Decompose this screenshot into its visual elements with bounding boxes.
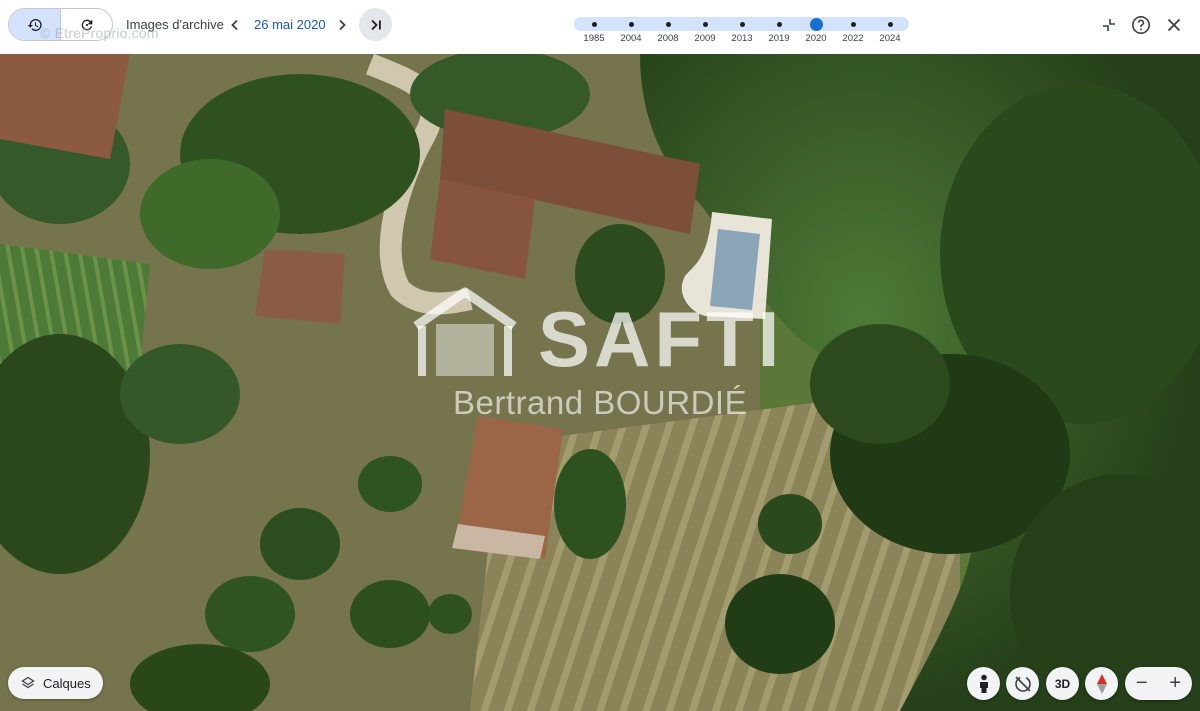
timeline-selected-dot <box>809 17 823 31</box>
timeline-year-2024[interactable]: 2024 <box>870 17 910 47</box>
archive-label: Images d'archive <box>126 17 224 32</box>
rotation-off-icon <box>1014 675 1031 692</box>
current-mode-button[interactable] <box>61 9 112 40</box>
timeline-year-2004[interactable]: 2004 <box>611 17 651 47</box>
timeline-year-2008[interactable]: 2008 <box>648 17 688 47</box>
exit-fullscreen-icon <box>1103 19 1115 31</box>
timeline-year-label: 2013 <box>731 33 753 44</box>
zoom-out-button[interactable]: − <box>1125 667 1159 700</box>
timeline-year-label: 1985 <box>583 33 605 44</box>
timeline-year-2022[interactable]: 2022 <box>833 17 873 47</box>
current-date[interactable]: 26 mai 2020 <box>254 17 326 32</box>
help-icon <box>1132 16 1150 34</box>
timeline-dot <box>887 21 893 27</box>
chevron-left-icon <box>231 19 238 31</box>
timeline-year-label: 2009 <box>694 33 716 44</box>
timeline-year-label: 2019 <box>768 33 790 44</box>
layers-button[interactable]: Calques <box>8 667 103 699</box>
minimize-button[interactable] <box>1096 12 1122 38</box>
timeline-dot <box>665 21 671 27</box>
timeline-dot <box>702 21 708 27</box>
house-logo-icon <box>413 287 517 376</box>
layers-icon <box>21 676 35 689</box>
close-button[interactable] <box>1161 12 1187 38</box>
timeline-dot <box>628 21 634 27</box>
compass-button[interactable] <box>1085 667 1118 700</box>
satellite-map[interactable]: SAFTI Bertrand BOURDIÉ <box>0 54 1200 711</box>
next-date-button[interactable] <box>333 14 351 36</box>
timeline-dot <box>591 21 597 27</box>
toggle-3d-button[interactable]: 3D <box>1046 667 1079 700</box>
skip-to-end-icon <box>370 19 381 30</box>
timeline-dot <box>739 21 745 27</box>
timeline-year-2013[interactable]: 2013 <box>722 17 762 47</box>
layers-label: Calques <box>43 675 91 691</box>
timeline-dot <box>850 21 856 27</box>
timeline-dot <box>776 21 782 27</box>
history-mode-button[interactable] <box>9 9 61 40</box>
toggle-3d-label: 3D <box>1054 676 1071 691</box>
chevron-right-icon <box>339 19 346 31</box>
timeline-year-label: 2008 <box>657 33 679 44</box>
timeline-year-2019[interactable]: 2019 <box>759 17 799 47</box>
timeline-year-2009[interactable]: 2009 <box>685 17 725 47</box>
timeline-year-2020[interactable]: 2020 <box>796 17 836 47</box>
history-icon <box>27 18 42 31</box>
timeline-year-1985[interactable]: 1985 <box>574 17 614 47</box>
timeline-year-label: 2024 <box>879 33 901 44</box>
timeline-year-label: 2004 <box>620 33 642 44</box>
top-toolbar: © EtreProprio.com Images d'archive 26 ma… <box>0 0 1200 54</box>
pegman-icon <box>979 674 988 693</box>
imagery-mode-toggle <box>8 8 113 41</box>
rotate-view-button[interactable] <box>1006 667 1039 700</box>
agent-name: Bertrand BOURDIÉ <box>453 384 748 421</box>
refresh-icon <box>81 19 92 30</box>
previous-date-button[interactable] <box>226 14 244 36</box>
close-icon <box>1167 18 1181 32</box>
timeline-year-label: 2022 <box>842 33 864 44</box>
zoom-controls: − + <box>1125 667 1192 700</box>
help-button[interactable] <box>1128 12 1154 38</box>
street-view-button[interactable] <box>967 667 1000 700</box>
compass-icon <box>1096 673 1107 694</box>
zoom-in-button[interactable]: + <box>1159 667 1193 700</box>
safti-logo: SAFTI Bertrand BOURDIÉ <box>410 287 810 432</box>
timeline-year-label: 2020 <box>805 33 827 44</box>
brand-name: SAFTI <box>538 295 784 383</box>
latest-date-button[interactable] <box>359 8 392 41</box>
